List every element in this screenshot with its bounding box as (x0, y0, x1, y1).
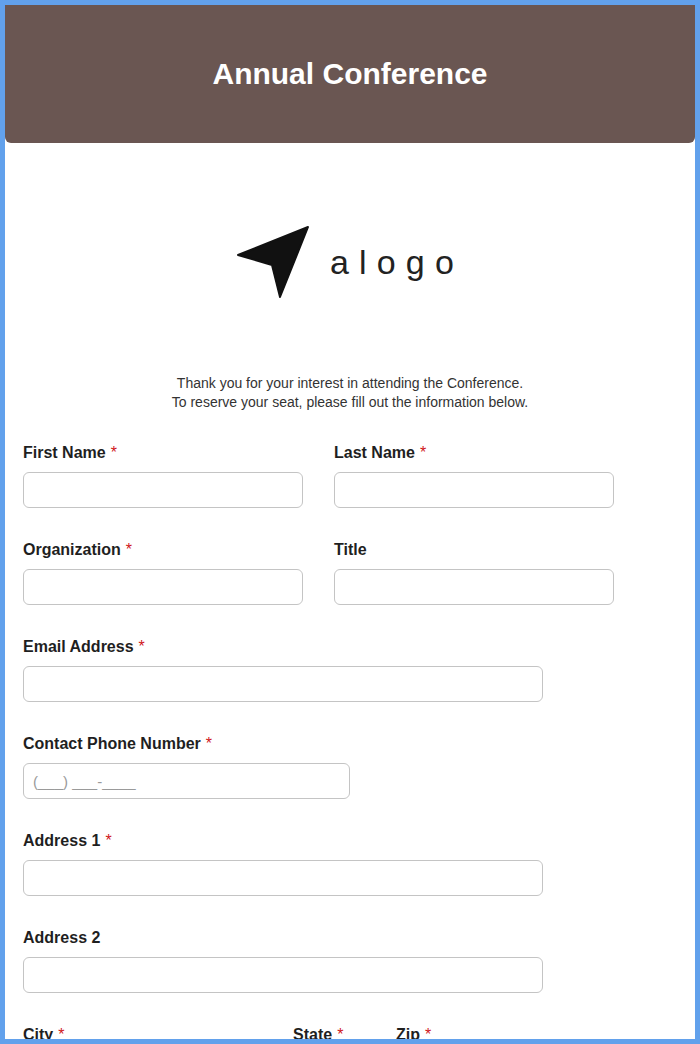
form-field: First Name * (23, 443, 303, 508)
required-asterisk: * (420, 444, 426, 461)
field-label-text: Title (334, 541, 367, 558)
form-field: Email Address * (23, 637, 543, 702)
field-label-text: City (23, 1026, 53, 1043)
field-label: Title (334, 540, 614, 560)
form-field: Address 1 * (23, 831, 543, 896)
field-label-text: Address 1 (23, 832, 100, 849)
intro-line: To reserve your seat, please fill out th… (5, 393, 695, 412)
form-field: Organization * (23, 540, 303, 605)
text-input[interactable] (23, 666, 543, 702)
field-label: First Name * (23, 443, 303, 463)
logo-text: alogo (330, 242, 464, 282)
required-asterisk: * (337, 1026, 343, 1043)
intro-line: Thank you for your interest in attending… (5, 374, 695, 393)
required-asterisk: * (206, 735, 212, 752)
text-input[interactable] (23, 472, 303, 508)
form-field: State * (293, 1025, 365, 1044)
field-label-text: State (293, 1026, 332, 1043)
text-input[interactable] (334, 472, 614, 508)
intro-text: Thank you for your interest in attending… (5, 374, 695, 412)
form-field: Title (334, 540, 614, 605)
required-asterisk: * (58, 1026, 64, 1043)
field-label-text: Last Name (334, 444, 415, 461)
field-label-text: Email Address (23, 638, 134, 655)
field-label-text: Address 2 (23, 929, 100, 946)
field-label: Email Address * (23, 637, 543, 657)
field-label: Last Name * (334, 443, 614, 463)
form-field: Last Name * (334, 443, 614, 508)
field-label: Address 2 (23, 928, 543, 948)
form-row: Address 1 * (23, 831, 695, 896)
form-field: Address 2 (23, 928, 543, 993)
form-row: Organization * Title (23, 540, 695, 605)
form-row: Address 2 (23, 928, 695, 993)
form-row: First Name * Last Name * (23, 443, 695, 508)
field-label-text: First Name (23, 444, 106, 461)
required-asterisk: * (139, 638, 145, 655)
paper-plane-icon (236, 225, 310, 299)
text-input[interactable] (23, 957, 543, 993)
form-row: City * State * Zip * (23, 1025, 695, 1044)
page-title: Annual Conference (212, 56, 487, 92)
field-label-text: Contact Phone Number (23, 735, 201, 752)
text-input[interactable] (23, 860, 543, 896)
field-label-text: Organization (23, 541, 121, 558)
form-field: Contact Phone Number * (23, 734, 350, 799)
field-label: Address 1 * (23, 831, 543, 851)
registration-form: First Name * Last Name * Organization * Title E… (5, 443, 695, 1044)
field-label-text: Zip (396, 1026, 420, 1043)
field-label: State * (293, 1025, 365, 1044)
text-input[interactable] (23, 569, 303, 605)
field-label: City * (23, 1025, 262, 1044)
field-label: Organization * (23, 540, 303, 560)
logo: alogo (5, 225, 695, 298)
field-label: Zip * (396, 1025, 516, 1044)
required-asterisk: * (111, 444, 117, 461)
text-input[interactable] (334, 569, 614, 605)
required-asterisk: * (425, 1026, 431, 1043)
field-label: Contact Phone Number * (23, 734, 350, 754)
form-row: Email Address * (23, 637, 695, 702)
header-banner: Annual Conference (5, 5, 695, 143)
required-asterisk: * (126, 541, 132, 558)
text-input[interactable] (23, 763, 350, 799)
form-row: Contact Phone Number * (23, 734, 695, 799)
form-field: Zip * (396, 1025, 516, 1044)
form-field: City * (23, 1025, 262, 1044)
required-asterisk: * (105, 832, 111, 849)
